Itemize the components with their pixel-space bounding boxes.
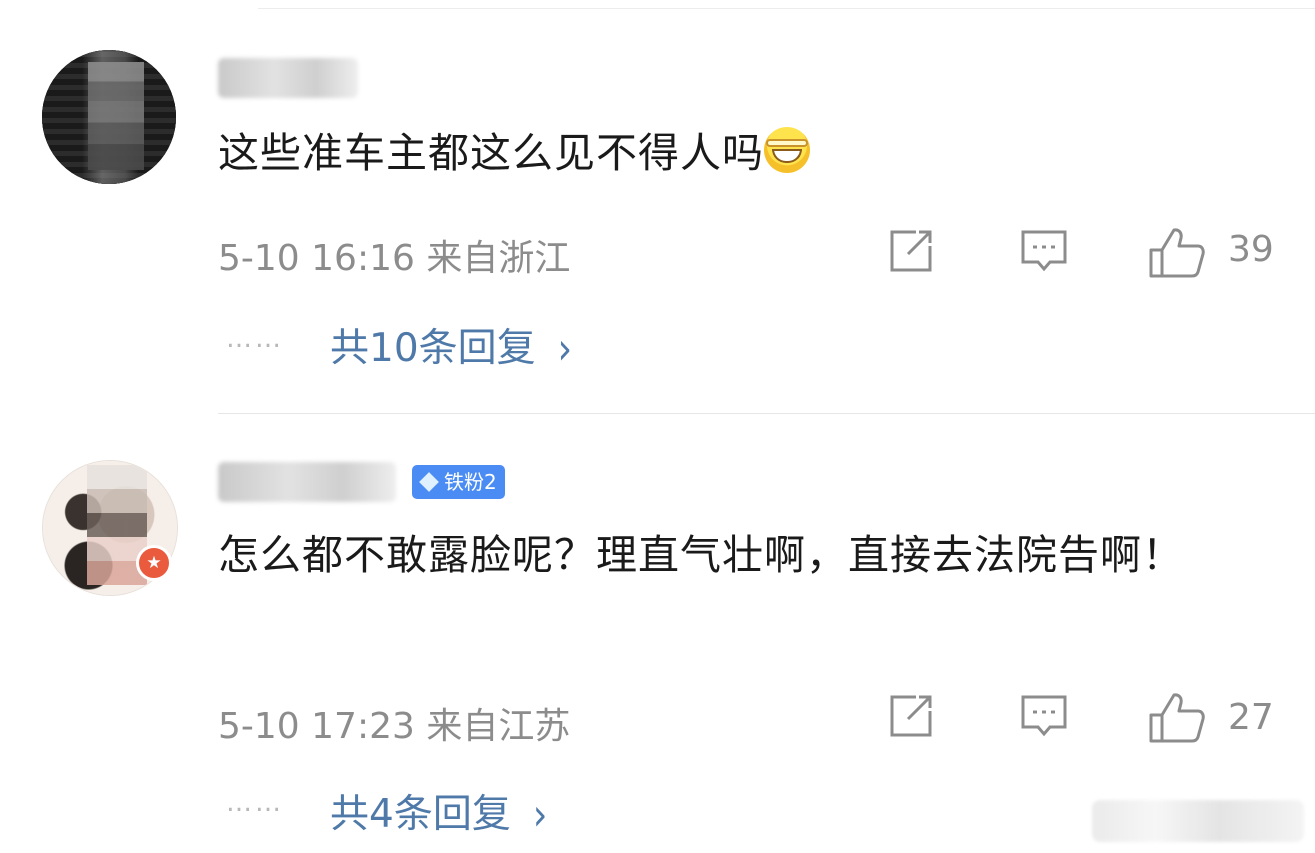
thumbs-up-icon (1149, 228, 1205, 278)
diamond-icon (419, 472, 439, 492)
reply-dots: …… (226, 324, 284, 354)
share-button[interactable] (886, 226, 936, 280)
comment-time: 5-10 17:23 (218, 706, 415, 747)
avatar-pixelation (88, 62, 144, 170)
username-blurred[interactable] (218, 462, 396, 502)
comment-divider (218, 413, 1315, 414)
thumbs-up-icon (1149, 693, 1205, 743)
comment-button[interactable] (1019, 691, 1069, 745)
like-button[interactable] (1148, 691, 1206, 749)
chevron-right-icon: › (532, 790, 548, 841)
share-button[interactable] (886, 691, 936, 745)
username-blurred[interactable] (218, 58, 358, 98)
reply-dots: …… (226, 788, 284, 818)
comment-button[interactable] (1019, 226, 1069, 280)
watermark-blurred (1092, 800, 1304, 842)
comment-icon (1021, 230, 1067, 272)
comment-location: 来自浙江 (426, 238, 571, 279)
share-icon (890, 230, 932, 272)
share-icon (890, 695, 932, 737)
chevron-right-icon: › (557, 324, 573, 375)
view-replies-link[interactable]: 共4条回复 › (330, 783, 548, 841)
comment-meta: 5-10 17:23 来自江苏 (218, 697, 570, 749)
top-divider (258, 8, 1315, 9)
like-count: 27 (1228, 697, 1274, 738)
avatar[interactable] (42, 50, 176, 184)
like-count: 39 (1228, 229, 1274, 270)
like-button[interactable] (1148, 226, 1206, 284)
comment-text: 怎么都不敢露脸呢？理直气壮啊，直接去法院告啊！ (218, 531, 1184, 579)
comment-text: 这些准车主都这么见不得人吗 (218, 118, 810, 188)
laughing-crying-emoji-icon (764, 127, 810, 173)
comment-time: 5-10 16:16 (218, 238, 415, 279)
comment-location: 来自江苏 (426, 706, 571, 747)
comment-icon (1021, 695, 1067, 737)
view-replies-link[interactable]: 共10条回复 › (330, 317, 573, 375)
comment-meta: 5-10 16:16 来自浙江 (218, 229, 570, 281)
verified-badge-icon: ★ (136, 545, 172, 581)
fan-level-badge[interactable]: 铁粉2 (412, 465, 505, 499)
